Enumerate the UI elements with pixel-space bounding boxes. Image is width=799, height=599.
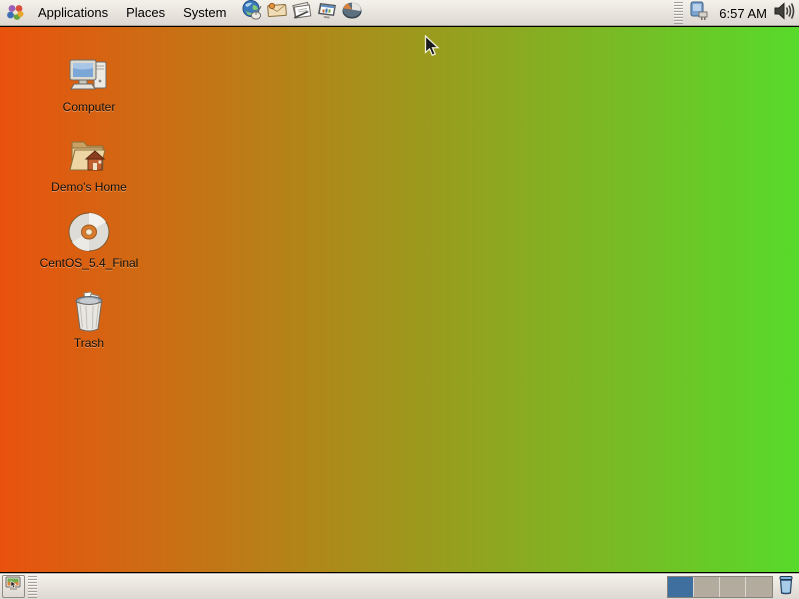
word-processor-launcher[interactable] [290,1,314,25]
desktop-icon-label: Demo's Home [51,181,127,194]
bottom-panel [0,573,799,599]
desktop-icon-computer[interactable]: Computer [29,54,149,114]
distro-logo-icon [0,3,29,22]
menu-places[interactable]: Places [117,0,174,25]
email-launcher[interactable] [265,1,289,25]
presentation-icon [316,0,338,26]
workspace-1[interactable] [668,577,694,597]
workspace-switcher [667,576,773,598]
workspace-2[interactable] [694,577,720,597]
mouse-cursor [424,35,441,64]
show-desktop-icon [5,576,22,597]
desktop-icon-label: Trash [74,337,104,350]
trash-icon [66,290,112,334]
presentation-launcher[interactable] [315,1,339,25]
web-browser-launcher[interactable] [240,1,264,25]
desktop-screen: Applications Places System [0,0,799,599]
network-icon[interactable] [687,0,713,27]
computer-icon [66,54,112,98]
volume-icon[interactable] [772,0,796,27]
email-icon [266,0,288,26]
clock[interactable]: 6:57 AM [715,6,772,21]
panel-launchers [240,1,364,25]
home-folder-icon [66,134,112,178]
web-browser-icon [241,0,263,26]
pie-chart-icon [341,0,363,26]
trash-applet-icon [776,575,796,599]
menu-system[interactable]: System [174,0,235,25]
desktop-icon-cdrom[interactable]: CentOS_5.4_Final [29,210,149,270]
workspace-4[interactable] [746,577,772,597]
desktop-icon-home[interactable]: Demo's Home [29,134,149,194]
pie-chart-launcher[interactable] [340,1,364,25]
menu-applications[interactable]: Applications [29,0,117,25]
workspace-3[interactable] [720,577,746,597]
desktop-icon-label: Computer [63,101,116,114]
cdrom-icon [66,210,112,254]
trash-applet[interactable] [775,576,797,598]
word-processor-icon [291,0,313,26]
top-panel: Applications Places System [0,0,799,26]
panel-drag-handle[interactable] [674,2,683,24]
desktop-icon-label: CentOS_5.4_Final [40,257,139,270]
desktop-icon-trash[interactable]: Trash [29,290,149,350]
panel-drag-handle[interactable] [28,576,37,598]
show-desktop-button[interactable] [2,575,25,598]
system-tray: 6:57 AM [672,0,796,26]
desktop-background[interactable]: Computer Demo's Home [0,27,799,572]
